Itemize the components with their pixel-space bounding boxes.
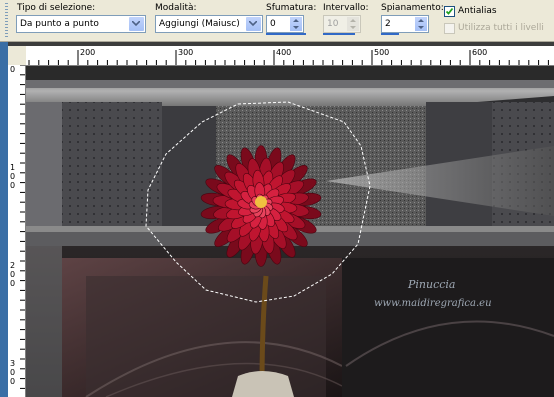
toolbar-grip[interactable] <box>5 3 8 37</box>
all-layers-label: Utilizza tutti i livelli <box>458 23 544 33</box>
up-down-arrows-icon <box>347 17 359 31</box>
ruler-label-200: 200 <box>80 48 96 57</box>
antialias-checkbox[interactable] <box>444 6 455 17</box>
range-value: 10 <box>327 19 339 29</box>
selection-type-dropdown[interactable]: Da punto a punto <box>16 15 146 33</box>
feather-label: Sfumatura: <box>266 3 317 13</box>
ruler-label-0: 0 <box>10 65 16 74</box>
ruler-label-100: 1 0 0 <box>10 163 16 190</box>
ruler-corner <box>8 46 26 65</box>
watermark-name: Pinuccia <box>408 278 456 291</box>
watermark-site: www.maidiregrafica.eu <box>374 298 492 309</box>
workspace-side-pane <box>0 42 8 397</box>
up-down-arrows-icon[interactable] <box>415 17 427 31</box>
smoothing-label: Spianamento: <box>381 3 444 13</box>
antialias-label: Antialias <box>458 6 497 16</box>
smoothing-spinner[interactable]: 2 <box>381 15 429 33</box>
ruler-label-400: 400 <box>276 48 292 57</box>
ruler-label-500: 500 <box>374 48 390 57</box>
image-workspace: 200 300 400 500 600 0 1 0 0 2 0 0 3 0 0 <box>0 42 554 397</box>
mode-label: Modalità: <box>155 3 197 13</box>
ruler-label-200-v: 2 0 0 <box>10 261 16 288</box>
feather-spinner[interactable]: 0 <box>266 15 304 33</box>
selection-type-label: Tipo di selezione: <box>17 3 96 13</box>
checkmark-icon <box>445 7 454 15</box>
mode-value: Aggiungi (Maiusc) <box>159 19 240 29</box>
smoothing-slider-bar[interactable] <box>381 33 399 35</box>
range-spinner: 10 <box>323 15 361 33</box>
ruler-label-300: 300 <box>178 48 194 57</box>
feather-slider-bar[interactable] <box>266 33 306 35</box>
chevron-down-icon[interactable] <box>129 17 144 31</box>
mode-dropdown[interactable]: Aggiungi (Maiusc) <box>155 15 263 33</box>
chevron-down-icon[interactable] <box>246 17 261 31</box>
range-label: Intervallo: <box>323 3 369 13</box>
image-canvas[interactable]: Pinuccia www.maidiregrafica.eu <box>26 66 554 397</box>
all-layers-checkbox <box>444 23 455 34</box>
smoothing-value: 2 <box>385 19 391 29</box>
flower-center <box>255 196 267 208</box>
range-slider-bar <box>323 33 355 35</box>
tool-options-toolbar: Tipo di selezione: Da punto a punto Moda… <box>0 0 554 42</box>
artwork <box>26 66 554 397</box>
up-down-arrows-icon[interactable] <box>290 17 302 31</box>
horizontal-ruler: 200 300 400 500 600 <box>26 46 554 66</box>
vertical-ruler: 0 1 0 0 2 0 0 3 0 0 <box>8 65 26 397</box>
ruler-label-300-v: 3 0 0 <box>10 359 16 386</box>
ruler-label-600: 600 <box>472 48 488 57</box>
feather-value: 0 <box>270 19 276 29</box>
selection-type-value: Da punto a punto <box>20 19 99 29</box>
